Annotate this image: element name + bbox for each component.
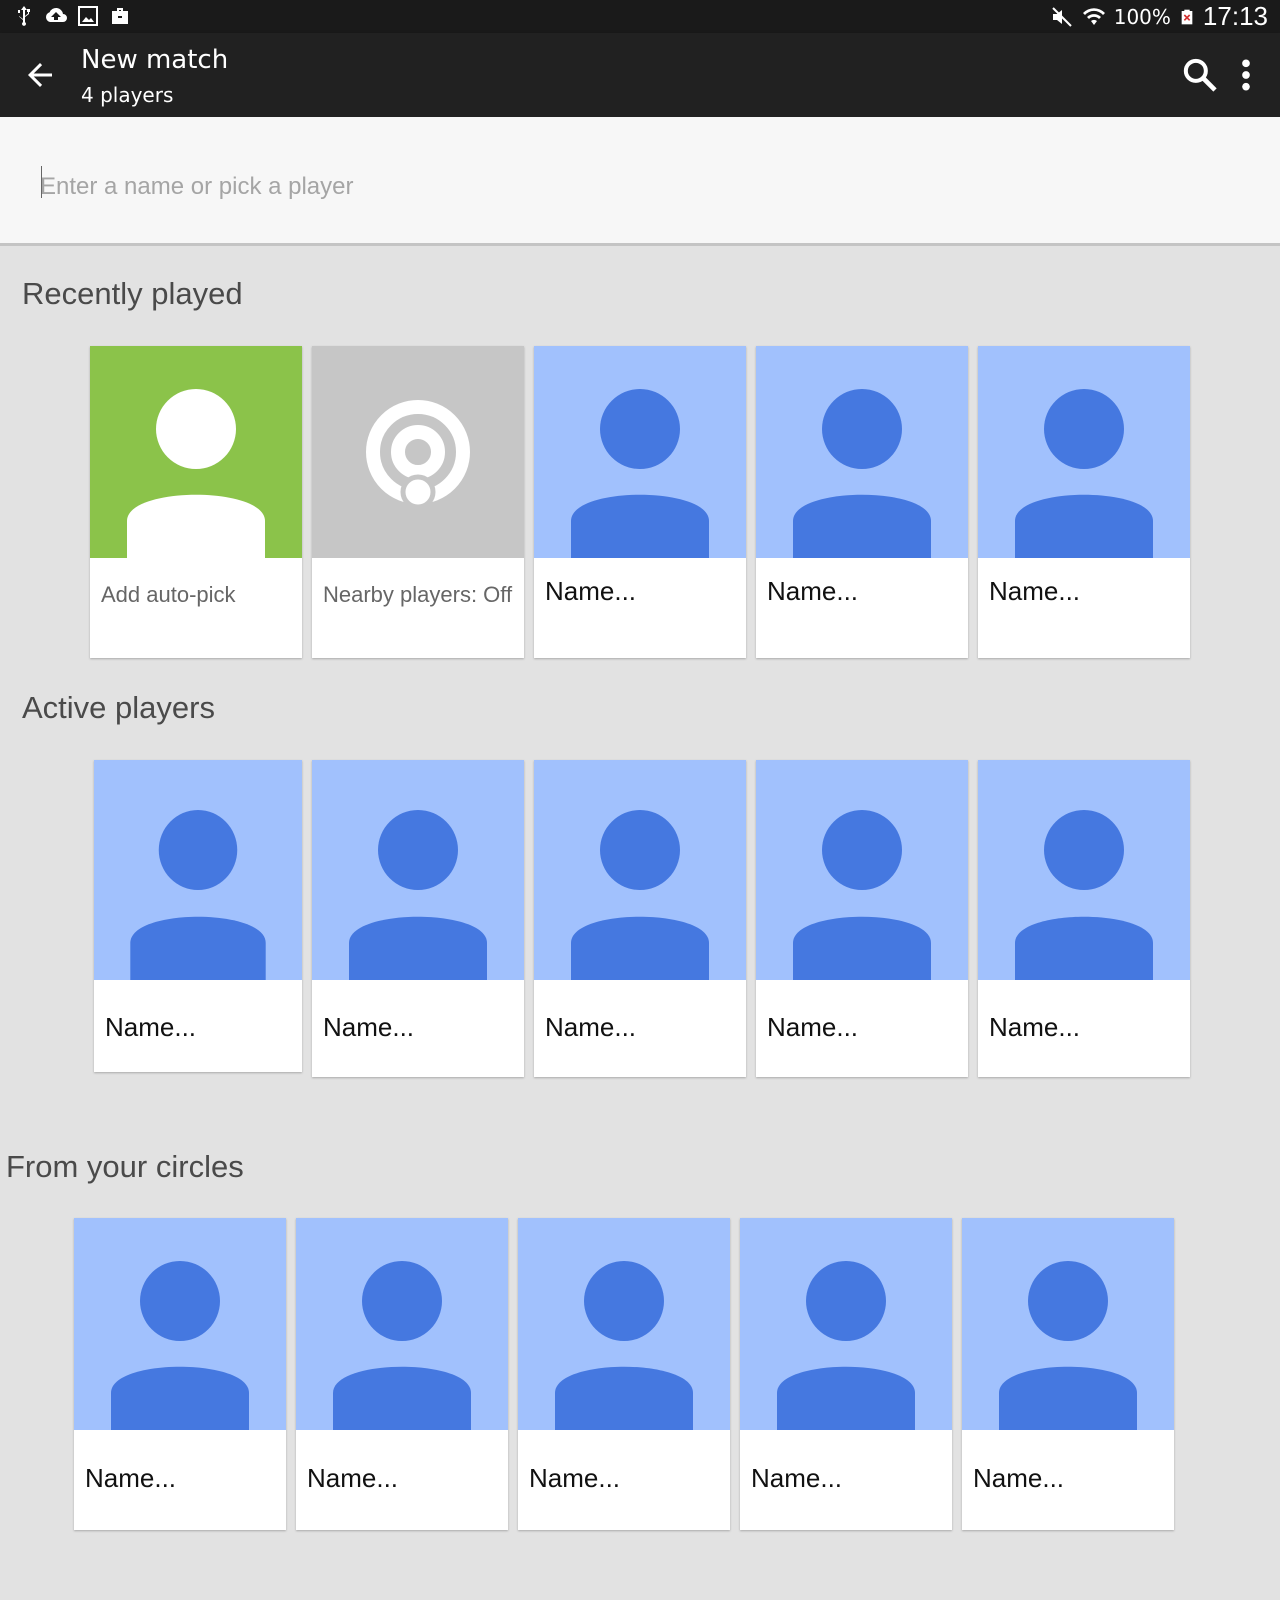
clock: 17:13 [1202, 1, 1268, 31]
player-avatar [74, 1218, 286, 1430]
player-card[interactable]: Name... [296, 1218, 508, 1530]
player-card[interactable]: Name... [740, 1218, 952, 1530]
section-title-recently-played: Recently played [22, 276, 243, 311]
player-card[interactable]: Name... [312, 760, 524, 1077]
person-icon [756, 760, 968, 980]
player-card[interactable]: Name... [518, 1218, 730, 1530]
player-avatar [312, 760, 524, 980]
player-card[interactable]: Name... [978, 346, 1190, 658]
player-name: Name... [545, 1012, 637, 1042]
nearby-players-card[interactable]: Nearby players: Off [312, 346, 524, 658]
player-card[interactable]: Name... [756, 346, 968, 658]
player-avatar [518, 1218, 730, 1430]
person-icon [962, 1218, 1174, 1430]
player-card[interactable]: Name... [962, 1218, 1174, 1530]
person-icon [94, 760, 302, 980]
player-name: Name... [307, 1463, 399, 1493]
cloud-upload-icon [45, 7, 67, 22]
mute-icon [1052, 6, 1072, 27]
auto-pick-card[interactable]: Add auto-pick [90, 346, 302, 658]
status-bar: 100% 17:13 [0, 0, 1280, 33]
player-name: Name... [751, 1463, 843, 1493]
player-name: Name... [989, 1012, 1081, 1042]
player-avatar [534, 760, 746, 980]
image-icon [78, 6, 98, 26]
player-name: Name... [85, 1463, 177, 1493]
person-icon [74, 1218, 286, 1430]
player-card[interactable]: Name... [978, 760, 1190, 1077]
battery-percent: 100% [1113, 4, 1171, 29]
nearby-players-label: Nearby players: Off [323, 582, 513, 607]
person-icon [978, 346, 1190, 558]
player-avatar [296, 1218, 508, 1430]
page-title: New match [81, 45, 229, 75]
auto-pick-image [90, 346, 302, 558]
player-card[interactable]: Name... [94, 760, 302, 1072]
player-name: Name... [545, 576, 637, 606]
player-name: Name... [529, 1463, 621, 1493]
person-icon [534, 760, 746, 980]
player-avatar [978, 760, 1190, 980]
page-subtitle: 4 players [81, 83, 174, 107]
person-icon [756, 346, 968, 558]
player-name: Name... [767, 1012, 859, 1042]
person-icon [518, 1218, 730, 1430]
battery-icon [1181, 9, 1193, 24]
player-name: Name... [767, 576, 859, 606]
player-card[interactable]: Name... [534, 346, 746, 658]
player-search-box [0, 117, 1280, 246]
player-avatar [740, 1218, 952, 1430]
player-avatar [962, 1218, 1174, 1430]
section-title-from-your-circles: From your circles [6, 1149, 244, 1184]
usb-icon [18, 6, 30, 26]
auto-pick-icon [90, 346, 302, 558]
briefcase-icon [112, 8, 128, 24]
nearby-players-image [312, 346, 524, 558]
status-bar-left [12, 4, 132, 28]
text-cursor [41, 166, 42, 198]
player-name: Name... [105, 1012, 197, 1042]
section-title-active-players: Active players [22, 690, 215, 725]
player-search-input[interactable] [40, 167, 740, 207]
auto-pick-label: Add auto-pick [101, 582, 236, 607]
player-avatar [534, 346, 746, 558]
arrow-left-icon[interactable] [22, 57, 58, 93]
wifi-icon [1082, 7, 1105, 25]
app-bar: New match 4 players [0, 33, 1280, 117]
player-name: Name... [973, 1463, 1065, 1493]
player-card[interactable]: Name... [74, 1218, 286, 1530]
player-avatar [756, 760, 968, 980]
player-card[interactable]: Name... [756, 760, 968, 1077]
person-icon [978, 760, 1190, 980]
nearby-icon [312, 346, 524, 558]
person-icon [740, 1218, 952, 1430]
search-icon[interactable] [1180, 55, 1220, 95]
status-bar-right: 100% 17:13 [1050, 0, 1268, 33]
player-card[interactable]: Name... [534, 760, 746, 1077]
person-icon [296, 1218, 508, 1430]
player-name: Name... [323, 1012, 415, 1042]
person-icon [312, 760, 524, 980]
player-avatar [94, 760, 302, 980]
player-avatar [978, 346, 1190, 558]
person-icon [534, 346, 746, 558]
more-vert-icon[interactable] [1232, 55, 1260, 95]
player-name: Name... [989, 576, 1081, 606]
player-avatar [756, 346, 968, 558]
